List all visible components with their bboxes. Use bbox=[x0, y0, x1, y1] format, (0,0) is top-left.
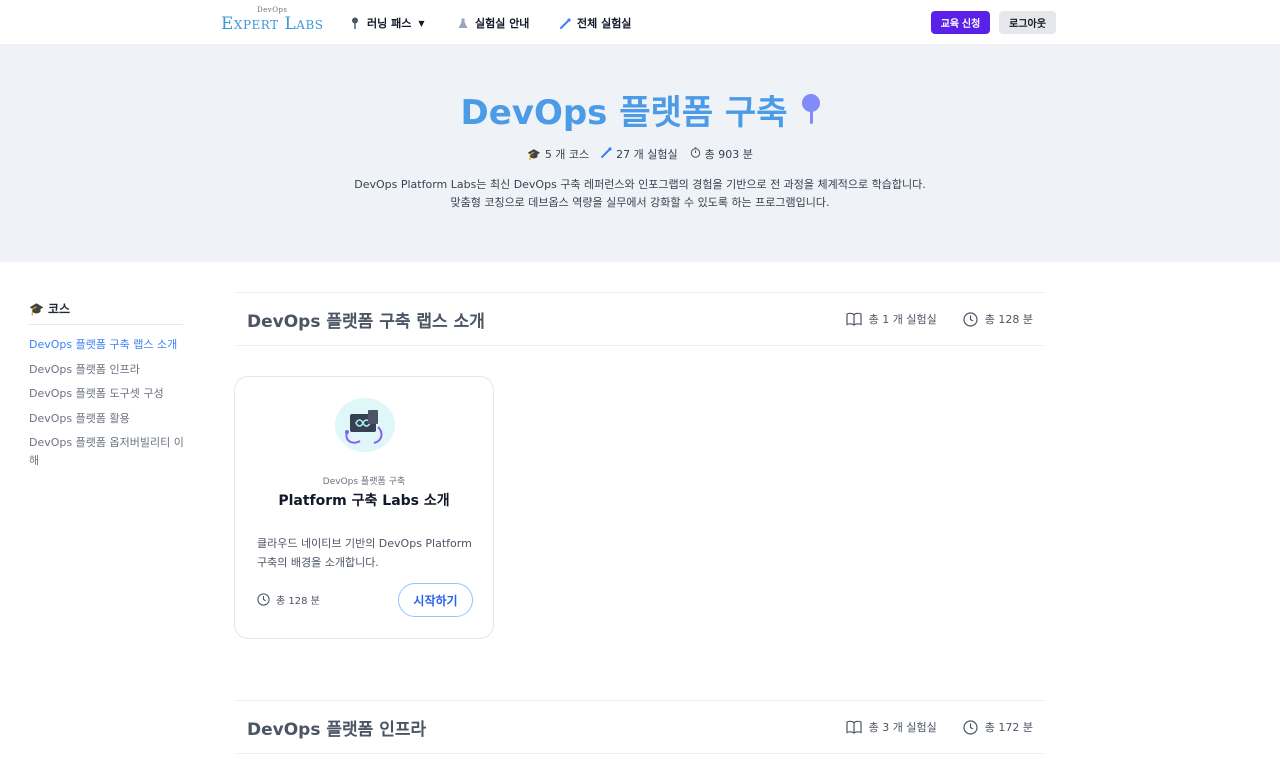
logout-button[interactable]: 로그아웃 bbox=[999, 11, 1056, 34]
section-lab-count: 총 3 개 실험실 bbox=[846, 719, 937, 735]
section-minutes-text: 총 172 분 bbox=[984, 721, 1033, 734]
pipette-icon bbox=[601, 147, 612, 161]
graduation-cap-icon: 🎓 bbox=[527, 147, 541, 161]
devops-illustration-icon bbox=[334, 397, 396, 453]
total-minutes-text: 총 903 분 bbox=[704, 148, 753, 161]
sidebar-divider bbox=[29, 324, 183, 325]
book-icon bbox=[846, 720, 862, 734]
section-minutes-text: 총 128 분 bbox=[984, 313, 1033, 326]
top-navbar: DevOps Expert Labs 러닝 패스 ▼ 실험실 안내 전체 실험실… bbox=[0, 0, 1280, 45]
flask-icon bbox=[457, 17, 469, 29]
sidebar-item-intro[interactable]: DevOps 플랫폼 구축 랩스 소개 bbox=[29, 336, 189, 354]
sidebar-title-text: 코스 bbox=[47, 302, 71, 316]
card-title: Platform 구축 Labs 소개 bbox=[278, 493, 450, 509]
clock-icon bbox=[257, 593, 270, 606]
lab-count-text: 27 개 실험실 bbox=[616, 148, 678, 161]
logo-small-text: DevOps bbox=[257, 6, 288, 14]
card-description: 클라우드 네이티브 기반의 DevOps Platform 구축의 배경을 소개… bbox=[257, 537, 472, 569]
lab-count: 27 개 실험실 bbox=[601, 146, 678, 162]
sidebar-item-usage[interactable]: DevOps 플랫폼 활용 bbox=[29, 410, 189, 428]
section-lab-count-text: 총 3 개 실험실 bbox=[868, 721, 937, 734]
nav-learning-path-label: 러닝 패스 bbox=[367, 17, 412, 30]
sidebar-item-toolset[interactable]: DevOps 플랫폼 도구셋 구성 bbox=[29, 385, 189, 403]
section-meta: 총 1 개 실험실 총 128 분 bbox=[820, 311, 1033, 327]
hero-description-line1: DevOps Platform Labs는 최신 DevOps 구축 레퍼런스와… bbox=[354, 178, 926, 191]
section-lab-count: 총 1 개 실험실 bbox=[846, 311, 937, 327]
section-minutes: 총 128 분 bbox=[963, 311, 1033, 327]
graduation-cap-icon: 🎓 bbox=[29, 301, 44, 316]
pushpin-icon bbox=[801, 93, 820, 126]
nav-learning-path[interactable]: 러닝 패스 ▼ bbox=[349, 14, 424, 32]
course-count-text: 5 개 코스 bbox=[544, 148, 590, 161]
nav-lab-guide-label: 실험실 안내 bbox=[475, 17, 530, 30]
card-duration: 총 128 분 bbox=[257, 592, 320, 607]
section-meta: 총 3 개 실험실 총 172 분 bbox=[820, 719, 1033, 735]
section-minutes: 총 172 분 bbox=[963, 719, 1033, 735]
card-category: DevOps 플랫폼 구축 bbox=[322, 477, 406, 487]
page-title: DevOps 플랫폼 구축 bbox=[0, 85, 1280, 134]
logo-text: Expert Labs bbox=[221, 14, 324, 34]
logo[interactable]: DevOps Expert Labs bbox=[221, 6, 323, 38]
pipette-icon bbox=[559, 17, 571, 29]
hero-banner: DevOps 플랫폼 구축 🎓 5 개 코스 27 개 실험실 총 903 분 … bbox=[0, 45, 1280, 262]
sidebar-item-observability[interactable]: DevOps 플랫폼 옵저버빌리티 이해 bbox=[29, 434, 189, 470]
clock-icon bbox=[963, 311, 978, 327]
sidebar-course-list: DevOps 플랫폼 구축 랩스 소개 DevOps 플랫폼 인프라 DevOp… bbox=[29, 336, 189, 477]
section-lab-count-text: 총 1 개 실험실 bbox=[868, 313, 937, 326]
hero-stats: 🎓 5 개 코스 27 개 실험실 총 903 분 bbox=[0, 146, 1280, 162]
clock-icon bbox=[963, 719, 978, 735]
total-minutes: 총 903 분 bbox=[690, 146, 753, 162]
lab-card[interactable]: DevOps 플랫폼 구축 Platform 구축 Labs 소개 클라우드 네… bbox=[234, 376, 494, 639]
start-button[interactable]: 시작하기 bbox=[398, 583, 473, 617]
course-count: 🎓 5 개 코스 bbox=[527, 146, 589, 162]
section-title: DevOps 플랫폼 구축 랩스 소개 bbox=[247, 312, 485, 332]
sidebar-title: 🎓 코스 bbox=[29, 300, 70, 317]
page-title-text: DevOps 플랫폼 구축 bbox=[460, 93, 788, 133]
nav-all-labs-label: 전체 실험실 bbox=[577, 17, 632, 30]
apply-course-button[interactable]: 교육 신청 bbox=[931, 11, 990, 34]
pin-icon bbox=[349, 17, 361, 29]
card-duration-text: 총 128 분 bbox=[276, 596, 320, 607]
section-header-intro: DevOps 플랫폼 구축 랩스 소개 총 1 개 실험실 총 128 분 bbox=[235, 292, 1045, 346]
hero-description-line2: 맞춤형 코칭으로 데브옵스 역량을 실무에서 강화할 수 있도록 하는 프로그램… bbox=[450, 196, 830, 209]
nav-all-labs[interactable]: 전체 실험실 bbox=[559, 14, 631, 32]
book-icon bbox=[846, 312, 862, 326]
nav-lab-guide[interactable]: 실험실 안내 bbox=[457, 14, 529, 32]
chevron-down-icon: ▼ bbox=[418, 18, 425, 28]
hero-description: DevOps Platform Labs는 최신 DevOps 구축 레퍼런스와… bbox=[0, 176, 1280, 212]
stopwatch-icon bbox=[690, 147, 701, 161]
sidebar-item-infra[interactable]: DevOps 플랫폼 인프라 bbox=[29, 361, 189, 379]
section-header-infra: DevOps 플랫폼 인프라 총 3 개 실험실 총 172 분 bbox=[235, 700, 1045, 754]
section-title: DevOps 플랫폼 인프라 bbox=[247, 720, 427, 740]
